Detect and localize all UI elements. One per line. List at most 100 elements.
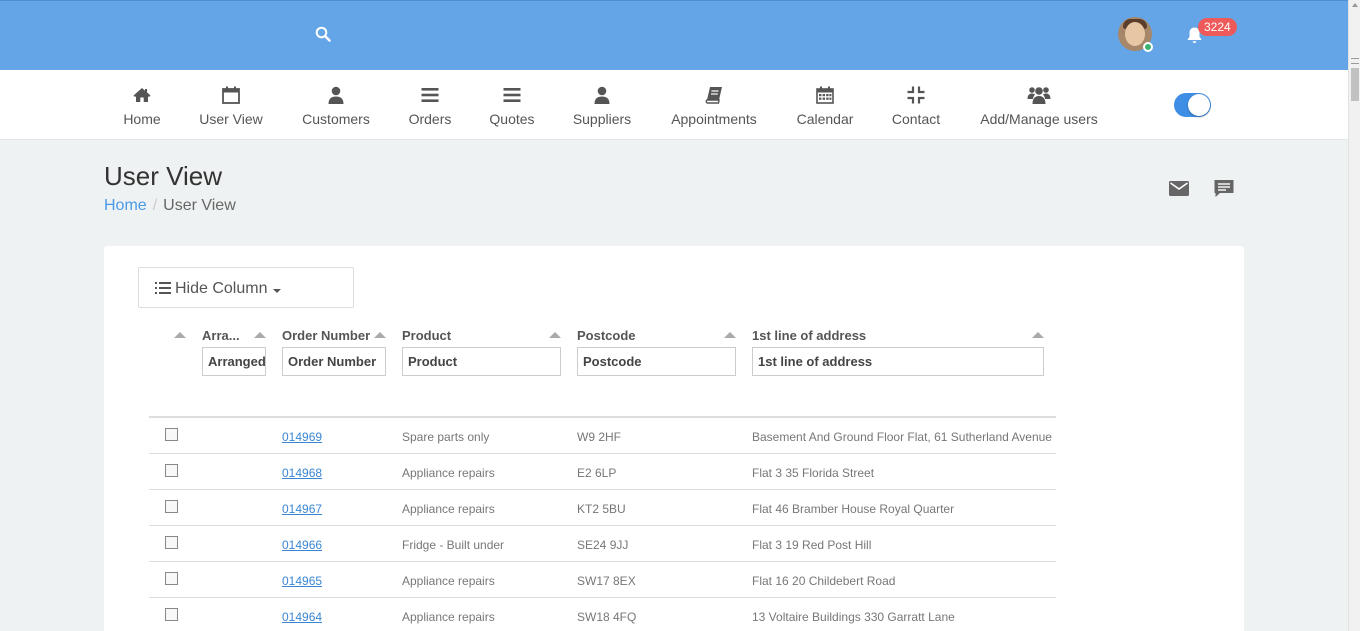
compress-icon <box>907 86 925 104</box>
column-header-product[interactable]: Product <box>402 328 451 343</box>
theme-toggle[interactable] <box>1174 93 1211 117</box>
filter-product[interactable] <box>402 347 561 376</box>
product-cell: Appliance repairs <box>402 466 495 480</box>
table-row: 014966 Fridge - Built under SE24 9JJ Fla… <box>149 526 1056 562</box>
product-cell: Appliance repairs <box>402 610 495 624</box>
row-checkbox[interactable] <box>165 464 178 477</box>
address-cell: Flat 46 Bramber House Royal Quarter <box>752 502 955 516</box>
nav-item-calendar[interactable]: Calendar <box>794 70 856 140</box>
breadcrumb: Home / User View <box>104 197 236 215</box>
hide-column-label: Hide Column <box>175 280 268 297</box>
home-icon <box>133 88 151 102</box>
user-icon <box>594 86 610 104</box>
nav-label: User View <box>199 111 263 127</box>
nav-label: Home <box>123 111 161 127</box>
address-cell: Flat 3 19 Red Post Hill <box>752 538 872 552</box>
sort-address[interactable] <box>1032 332 1044 338</box>
order-number-link[interactable]: 014968 <box>282 466 322 480</box>
toggle-knob <box>1188 94 1210 116</box>
table-row: 014969 Spare parts only W9 2HF Basement … <box>149 418 1056 454</box>
order-number-link[interactable]: 014965 <box>282 574 322 588</box>
vertical-scrollbar[interactable] <box>1348 0 1360 631</box>
postcode-cell: KT2 5BU <box>577 502 626 516</box>
scroll-up-arrow[interactable] <box>1352 3 1358 7</box>
table-row: 014965 Appliance repairs SW17 8EX Flat 1… <box>149 562 1056 598</box>
hide-column-button[interactable]: Hide Column <box>138 267 354 308</box>
filter-address[interactable] <box>752 347 1044 376</box>
order-number-link[interactable]: 014969 <box>282 430 322 444</box>
nav-label: Add/Manage users <box>980 111 1098 127</box>
column-header-arranged[interactable]: Arra... <box>202 328 242 343</box>
nav-item-user-view[interactable]: User View <box>196 70 266 140</box>
table-row: 014968 Appliance repairs E2 6LP Flat 3 3… <box>149 454 1056 490</box>
filter-order-number[interactable] <box>282 347 386 376</box>
nav-label: Calendar <box>796 111 854 127</box>
sort-order-number[interactable] <box>374 332 386 338</box>
mail-icon[interactable] <box>1168 178 1190 198</box>
notification-badge[interactable]: 3224 <box>1198 18 1237 36</box>
breadcrumb-separator: / <box>152 197 158 214</box>
row-checkbox[interactable] <box>165 536 178 549</box>
nav-item-orders[interactable]: Orders <box>404 70 456 140</box>
column-header-postcode[interactable]: Postcode <box>577 328 636 343</box>
page-title: User View <box>104 161 223 191</box>
postcode-cell: W9 2HF <box>577 430 622 444</box>
postcode-cell: E2 6LP <box>577 466 617 480</box>
row-checkbox[interactable] <box>165 572 178 585</box>
product-cell: Fridge - Built under <box>402 538 505 552</box>
order-number-link[interactable]: 014964 <box>282 610 322 624</box>
top-bar: 3224 <box>0 0 1348 70</box>
sort-product[interactable] <box>549 332 561 338</box>
row-checkbox[interactable] <box>165 428 178 441</box>
sort-postcode[interactable] <box>724 332 736 338</box>
users-icon <box>1027 87 1051 104</box>
breadcrumb-home-link[interactable]: Home <box>104 197 147 214</box>
sort-arranged[interactable] <box>254 332 266 338</box>
list-icon <box>155 282 171 294</box>
column-header-address[interactable]: 1st line of address <box>752 328 866 343</box>
nav-item-add-manage-users[interactable]: Add/Manage users <box>976 70 1102 140</box>
nav-item-suppliers[interactable]: Suppliers <box>570 70 634 140</box>
postcode-cell: SW18 4FQ <box>577 610 637 624</box>
product-cell: Appliance repairs <box>402 502 495 516</box>
row-checkbox[interactable] <box>165 608 178 621</box>
search-icon[interactable] <box>315 26 331 42</box>
avatar[interactable] <box>1118 17 1153 52</box>
product-cell: Appliance repairs <box>402 574 495 588</box>
nav-item-appointments[interactable]: Appointments <box>666 70 762 140</box>
scrollbar-thumb[interactable] <box>1351 68 1359 101</box>
chat-icon[interactable] <box>1213 178 1235 198</box>
order-number-link[interactable]: 014966 <box>282 538 322 552</box>
book-icon <box>705 87 722 104</box>
main-nav: Home User View Customers Orders Quotes S… <box>0 70 1348 140</box>
avatar-face <box>1125 22 1145 46</box>
calendar-grid-icon <box>816 86 834 104</box>
user-icon <box>328 86 344 104</box>
nav-label: Customers <box>302 111 370 127</box>
address-cell: Flat 16 20 Childebert Road <box>752 574 896 588</box>
postcode-cell: SW17 8EX <box>577 574 636 588</box>
product-cell: Spare parts only <box>402 430 490 444</box>
address-cell: Basement And Ground Floor Flat, 61 Suthe… <box>752 430 1052 444</box>
nav-item-customers[interactable]: Customers <box>298 70 374 140</box>
nav-item-contact[interactable]: Contact <box>888 70 944 140</box>
filter-arranged[interactable] <box>202 347 266 376</box>
order-number-link[interactable]: 014967 <box>282 502 322 516</box>
calendar-icon <box>222 86 240 104</box>
scrollbar-grip <box>1351 58 1359 64</box>
sort-checkbox-column[interactable] <box>174 332 186 338</box>
caret-down-icon <box>273 289 281 293</box>
online-status-dot <box>1143 42 1153 52</box>
postcode-cell: SE24 9JJ <box>577 538 629 552</box>
breadcrumb-current: User View <box>163 197 236 214</box>
column-header-order-number[interactable]: Order Number <box>282 328 370 343</box>
nav-label: Quotes <box>489 111 535 127</box>
row-checkbox[interactable] <box>165 500 178 513</box>
filter-postcode[interactable] <box>577 347 736 376</box>
table-row: 014967 Appliance repairs KT2 5BU Flat 46… <box>149 490 1056 526</box>
nav-label: Contact <box>891 111 941 127</box>
nav-label: Orders <box>408 111 452 127</box>
nav-item-home[interactable]: Home <box>118 70 166 140</box>
nav-label: Suppliers <box>572 111 632 127</box>
nav-item-quotes[interactable]: Quotes <box>486 70 538 140</box>
